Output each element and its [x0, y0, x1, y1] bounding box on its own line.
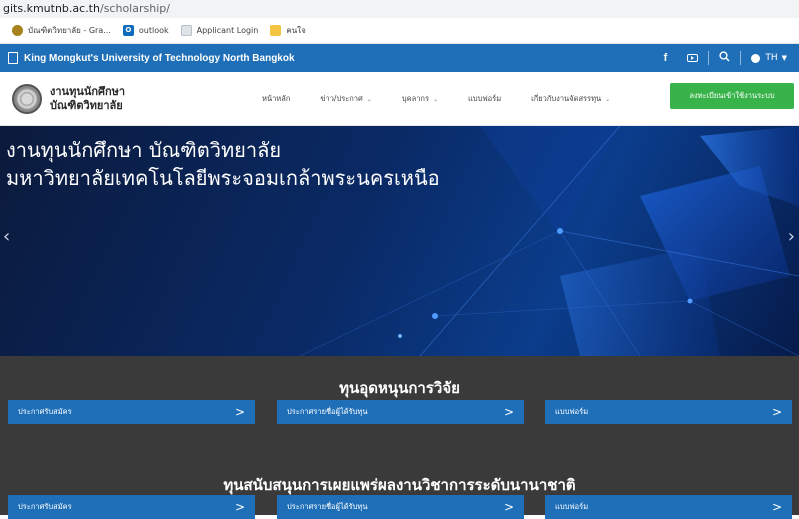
- brand-line2: บัณฑิตวิทยาลัย: [50, 98, 123, 112]
- bookmark-label: บัณฑิตวิทยาลัย - Gra...: [28, 26, 111, 35]
- section-title-research: ทุนอุดหนุนการวิจัย: [339, 379, 460, 397]
- site-header: งานทุนนักศึกษา บัณฑิตวิทยาลัย หน้าหลัก ข…: [0, 72, 799, 126]
- bookmark-label: Applicant Login: [196, 26, 259, 35]
- scholarship-sections: ทุนอุดหนุนการวิจัย ประกาศรับสมัคร > ประกา…: [0, 356, 799, 519]
- register-button[interactable]: ลงทะเบียนเข้าใช้งานระบบ: [670, 83, 794, 109]
- chevron-down-icon: ⌄: [432, 96, 439, 103]
- main-nav: หน้าหลัก ข่าว/ประกาศ ⌄ บุคลากร ⌄ แบบฟอร์ม …: [262, 72, 640, 126]
- outlook-icon: O: [122, 25, 134, 36]
- graduation-icon: [12, 25, 23, 36]
- chevron-right-icon: >: [771, 405, 782, 419]
- bookmark-folder[interactable]: คนใจ: [270, 24, 306, 37]
- chevron-down-icon: ⌄: [605, 96, 611, 103]
- publication-apply-button[interactable]: ประกาศรับสมัคร >: [8, 495, 255, 519]
- globe-icon: [751, 53, 761, 63]
- chevron-right-icon: >: [234, 405, 245, 419]
- chevron-right-icon: >: [503, 405, 514, 419]
- bookmark-label: outlook: [138, 26, 169, 35]
- brand[interactable]: งานทุนนักศึกษา บัณฑิตวิทยาลัย: [50, 85, 125, 113]
- search-icon[interactable]: [709, 51, 740, 65]
- nav-forms[interactable]: แบบฟอร์ม: [468, 93, 501, 105]
- url-host: gits.kmutnb.ac.th: [3, 2, 100, 15]
- section-title-publication: ทุนสนับสนุนการเผยแพร่ผลงานวิชาการระดับนา…: [223, 476, 576, 494]
- bookmark-applicant-login[interactable]: Applicant Login: [180, 25, 259, 36]
- language-selector[interactable]: TH ▼: [741, 53, 799, 63]
- research-forms-button[interactable]: แบบฟอร์ม >: [545, 400, 792, 424]
- seal-logo-icon[interactable]: [12, 83, 42, 114]
- nav-staff[interactable]: บุคลากร ⌄: [402, 93, 438, 105]
- nav-home[interactable]: หน้าหลัก: [262, 93, 290, 105]
- folder-icon: [270, 25, 282, 36]
- carousel-next-icon[interactable]: ›: [788, 226, 795, 247]
- page-icon: [180, 25, 192, 36]
- hero-line2: มหาวิทยาลัยเทคโนโลยีพระจอมเกล้าพระนครเหน…: [6, 166, 440, 190]
- university-logo-icon: [8, 52, 18, 64]
- top-strip: King Mongkut's University of Technology …: [0, 44, 799, 72]
- language-label: TH: [765, 53, 778, 63]
- address-bar[interactable]: gits.kmutnb.ac.th/scholarship/: [0, 0, 799, 18]
- publication-awardees-button[interactable]: ประกาศรายชื่อผู้ได้รับทุน >: [277, 495, 524, 519]
- facebook-icon[interactable]: f: [654, 52, 678, 64]
- research-awardees-button[interactable]: ประกาศรายชื่อผู้ได้รับทุน >: [277, 400, 524, 424]
- bookmarks-bar: บัณฑิตวิทยาลัย - Gra... O outlook Applic…: [0, 18, 799, 44]
- chevron-right-icon: >: [503, 500, 514, 514]
- nav-about[interactable]: เกี่ยวกับงานจัดสรรทุน ⌄: [531, 93, 610, 105]
- hero-title: งานทุนนักศึกษา บัณฑิตวิทยาลัย มหาวิทยาลั…: [6, 136, 440, 192]
- chevron-right-icon: >: [771, 500, 782, 514]
- university-name[interactable]: King Mongkut's University of Technology …: [24, 53, 295, 64]
- nav-news[interactable]: ข่าว/ประกาศ ⌄: [320, 93, 371, 105]
- url-path: /scholarship/: [99, 2, 170, 15]
- youtube-icon[interactable]: [677, 52, 708, 65]
- chevron-down-icon: ▼: [781, 54, 787, 62]
- chevron-down-icon: ⌄: [366, 96, 372, 103]
- bookmark-outlook[interactable]: O outlook: [122, 25, 169, 36]
- bookmark-graduate[interactable]: บัณฑิตวิทยาลัย - Gra...: [12, 24, 111, 37]
- brand-line1: งานทุนนักศึกษา: [50, 84, 126, 98]
- publication-forms-button[interactable]: แบบฟอร์ม >: [545, 495, 792, 519]
- hero-banner: งานทุนนักศึกษา บัณฑิตวิทยาลัย มหาวิทยาลั…: [0, 126, 799, 356]
- research-apply-button[interactable]: ประกาศรับสมัคร >: [8, 400, 255, 424]
- chevron-right-icon: >: [234, 500, 245, 514]
- bookmark-label: คนใจ: [286, 26, 306, 35]
- hero-line1: งานทุนนักศึกษา บัณฑิตวิทยาลัย: [6, 138, 282, 162]
- carousel-prev-icon[interactable]: ‹: [3, 226, 10, 247]
